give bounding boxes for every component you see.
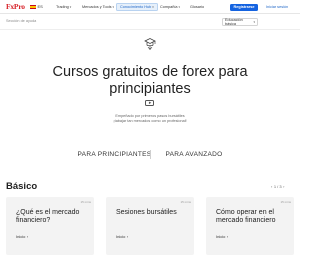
pager-label: 1 / 3	[273, 184, 282, 189]
page-title: Cursos gratuitos de forex para principia…	[0, 64, 300, 98]
course-title: Cómo operar en el mercado financiero	[216, 209, 276, 224]
course-start-link[interactable]: Inicio ›	[216, 234, 228, 239]
top-nav: FxPro ES Trading ▾ Mercados y Tools ▾ Co…	[0, 0, 300, 14]
subtitle-line-2: ¡tabajar tan mercados como un profesiona…	[113, 119, 187, 124]
play-triangle-icon	[148, 101, 151, 105]
nav-item-markets-tools[interactable]: Mercados y Tools ▾	[82, 3, 114, 11]
graduation-cap-icon	[144, 38, 156, 50]
language-label: ES	[37, 4, 43, 9]
select-value: Educación básica	[225, 17, 243, 26]
course-start-link[interactable]: Inicio ›	[116, 234, 128, 239]
course-card[interactable]: 15 mins ¿Qué es el mercado financiero? I…	[6, 197, 94, 255]
page-subtitle: Empeñado por primeros pasos bursátiles ¡…	[0, 114, 300, 124]
help-search-bar: Sección de ayuda Educación básica ▾	[0, 14, 300, 30]
fxpro-logo[interactable]: FxPro	[6, 2, 25, 11]
course-title: Sesiones bursátiles	[116, 209, 177, 216]
course-start-label: Inicio	[16, 234, 26, 239]
tab-beginners[interactable]: PARA PRINCIPIANTES	[78, 151, 152, 158]
carousel-pager: ‹ 1 / 3 ›	[271, 184, 284, 189]
nav-item-trading[interactable]: Trading ▾	[56, 3, 71, 11]
arrow-right-icon: ›	[26, 234, 29, 239]
course-card[interactable]: 15 mins Cómo operar en el mercado financ…	[206, 197, 294, 255]
register-button[interactable]: Registrarse	[230, 3, 258, 11]
course-title: ¿Qué es el mercado financiero?	[16, 209, 80, 224]
course-card[interactable]: 15 mins Sesiones bursátiles Inicio ›	[106, 197, 194, 255]
education-level-select[interactable]: Educación básica ▾	[222, 17, 258, 26]
nav-item-label: Mercados y Tools	[82, 5, 112, 9]
course-start-link[interactable]: Inicio ›	[16, 234, 28, 239]
nav-item-knowledge-hub[interactable]: Conocimiento Hub ▾	[116, 3, 158, 11]
section-title: Básico	[6, 181, 38, 192]
nav-item-label: Trading	[56, 5, 69, 9]
course-duration: 15 mins	[180, 200, 191, 204]
nav-item-label: Compañía	[160, 5, 178, 9]
chevron-down-icon: ▾	[152, 5, 154, 9]
course-duration: 15 mins	[280, 200, 291, 204]
subtitle-line-1: Empeñado por primeros pasos bursátiles	[115, 114, 185, 118]
chevron-down-icon: ▾	[69, 5, 72, 9]
arrow-right-icon: ›	[226, 234, 229, 239]
chevron-left-icon[interactable]: ‹	[271, 184, 272, 189]
tab-advanced[interactable]: PARA AVANZADO	[165, 151, 222, 158]
spain-flag-icon	[30, 4, 36, 9]
page-title-line-2: principiantes	[109, 81, 191, 97]
nav-item-glossary[interactable]: Glosario	[190, 3, 204, 11]
chevron-down-icon: ▾	[253, 19, 255, 24]
chevron-down-icon: ▾	[112, 5, 114, 9]
nav-item-company[interactable]: Compañía ▾	[160, 3, 180, 11]
login-link[interactable]: Iniciar sesión	[266, 5, 288, 9]
help-search-input[interactable]: Sección de ayuda	[6, 19, 36, 23]
page-title-line-1: Cursos gratuitos de forex para	[52, 64, 248, 80]
language-selector[interactable]: ES	[30, 4, 43, 9]
nav-item-label: Conocimiento Hub	[120, 5, 152, 9]
chevron-down-icon: ▾	[178, 5, 181, 9]
course-start-label: Inicio	[216, 234, 226, 239]
tab-divider	[150, 150, 151, 159]
nav-item-label: Glosario	[190, 5, 205, 9]
course-start-label: Inicio	[116, 234, 126, 239]
chevron-right-icon[interactable]: ›	[283, 184, 284, 189]
course-duration: 15 mins	[80, 200, 91, 204]
arrow-right-icon: ›	[126, 234, 129, 239]
play-icon[interactable]	[145, 100, 154, 106]
